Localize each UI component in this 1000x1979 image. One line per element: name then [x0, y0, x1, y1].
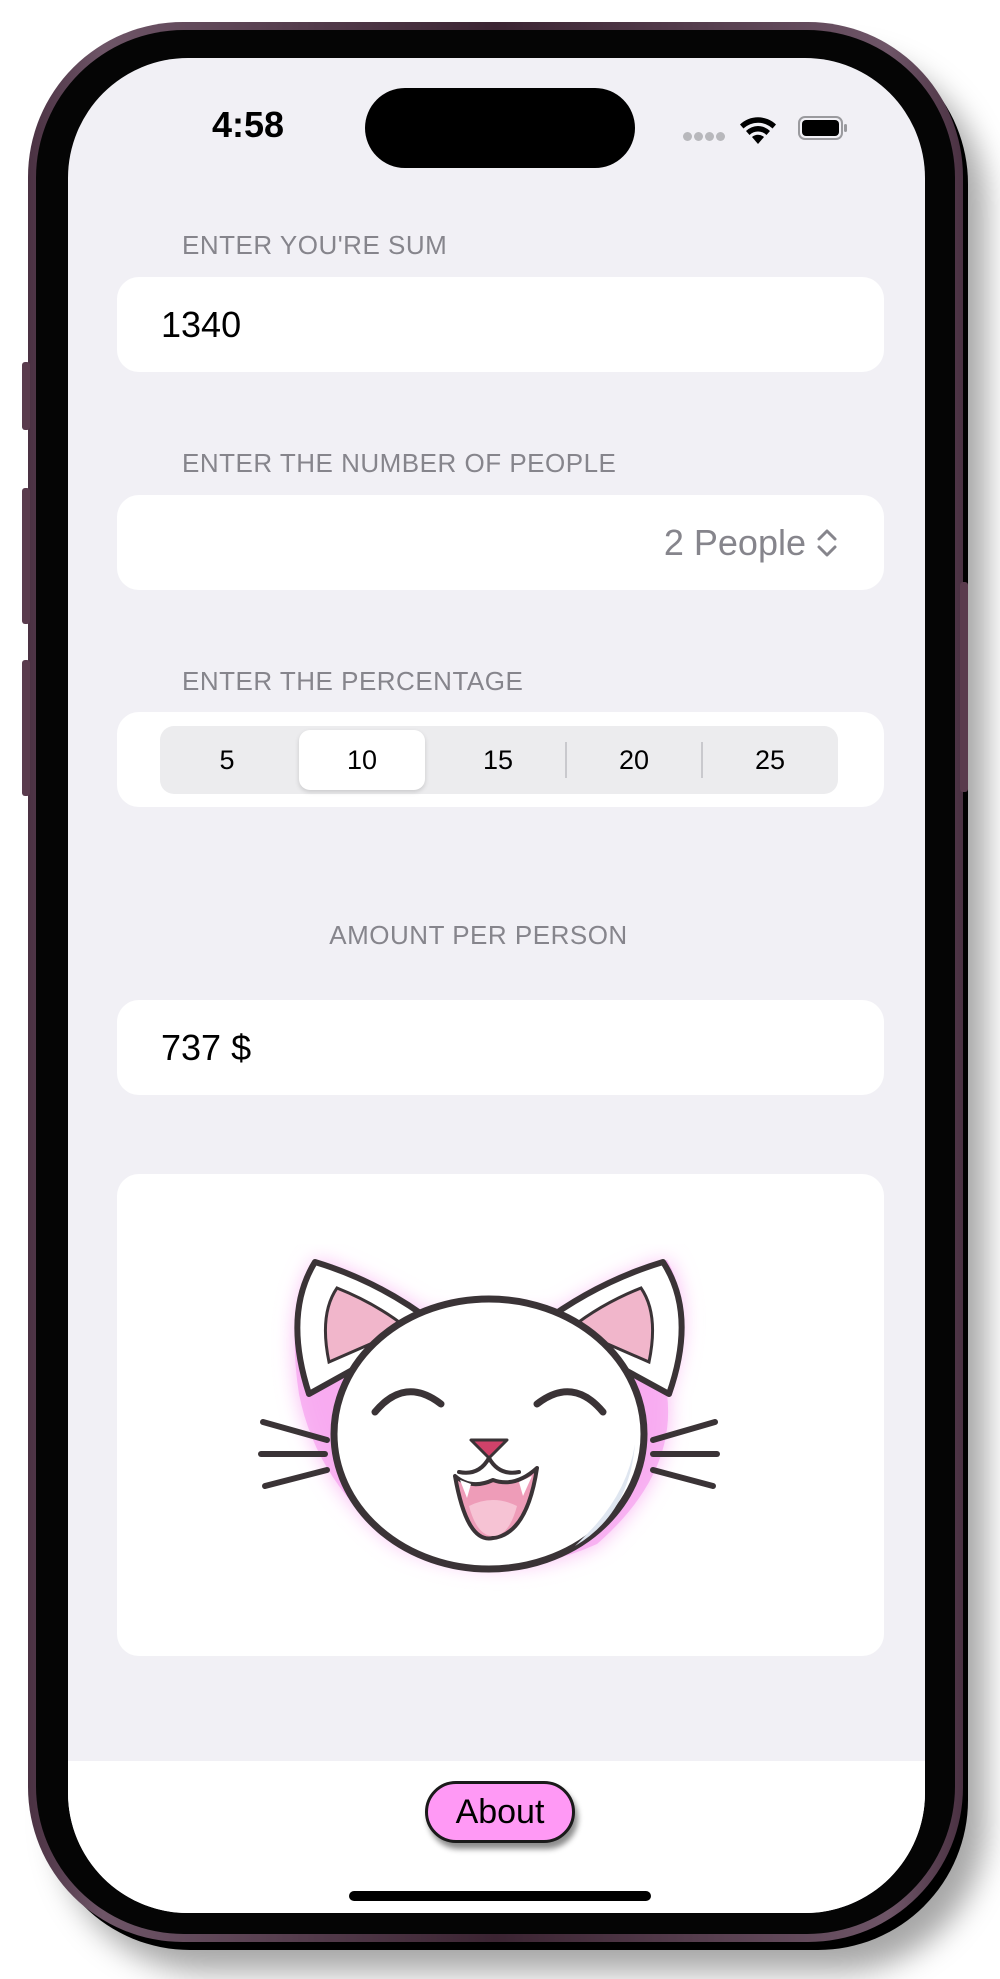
app-screen: 4:58 ENTER YOU'RE SUM 1340 ENTER THE NUM… [68, 58, 925, 1913]
wifi-icon [740, 117, 776, 144]
chevron-up-down-icon [817, 529, 837, 556]
sum-label: ENTER YOU'RE SUM [182, 230, 448, 260]
volume-up-button [22, 488, 30, 624]
cellular-dots-icon [683, 132, 727, 142]
segment-divider [565, 742, 567, 778]
segment-divider [701, 742, 703, 778]
bottom-toolbar: About [68, 1761, 925, 1913]
amount-per-person-value: 737 $ [161, 1027, 252, 1068]
people-label: ENTER THE NUMBER OF PEOPLE [182, 448, 617, 478]
people-picker[interactable]: 2 People [664, 495, 838, 590]
cat-card [117, 1174, 884, 1656]
about-button[interactable]: About [425, 1781, 575, 1843]
action-button [22, 362, 30, 430]
sum-input[interactable]: 1340 [161, 277, 241, 372]
segment-5[interactable]: 5 [164, 730, 290, 790]
segment-10[interactable]: 10 [299, 730, 425, 790]
segment-15[interactable]: 15 [435, 730, 561, 790]
power-button [960, 582, 968, 792]
percentage-label: ENTER THE PERCENTAGE [182, 666, 524, 696]
amount-per-person-label: AMOUNT PER PERSON [329, 920, 628, 950]
segment-25[interactable]: 25 [707, 730, 833, 790]
happy-cat-face-icon [258, 1259, 720, 1573]
dynamic-island [365, 88, 635, 168]
percentage-card: 5 10 15 20 25 [117, 712, 884, 807]
sum-card: 1340 [117, 277, 884, 372]
segment-20[interactable]: 20 [571, 730, 697, 790]
home-indicator[interactable] [349, 1891, 651, 1901]
volume-down-button [22, 660, 30, 796]
people-card: 2 People [117, 495, 884, 590]
amount-card: 737 $ [117, 1000, 884, 1095]
people-picker-value: 2 People [663, 522, 806, 563]
battery-icon [798, 116, 847, 140]
status-time: 4:58 [211, 104, 285, 145]
percentage-segmented-control: 5 10 15 20 25 [160, 726, 838, 794]
